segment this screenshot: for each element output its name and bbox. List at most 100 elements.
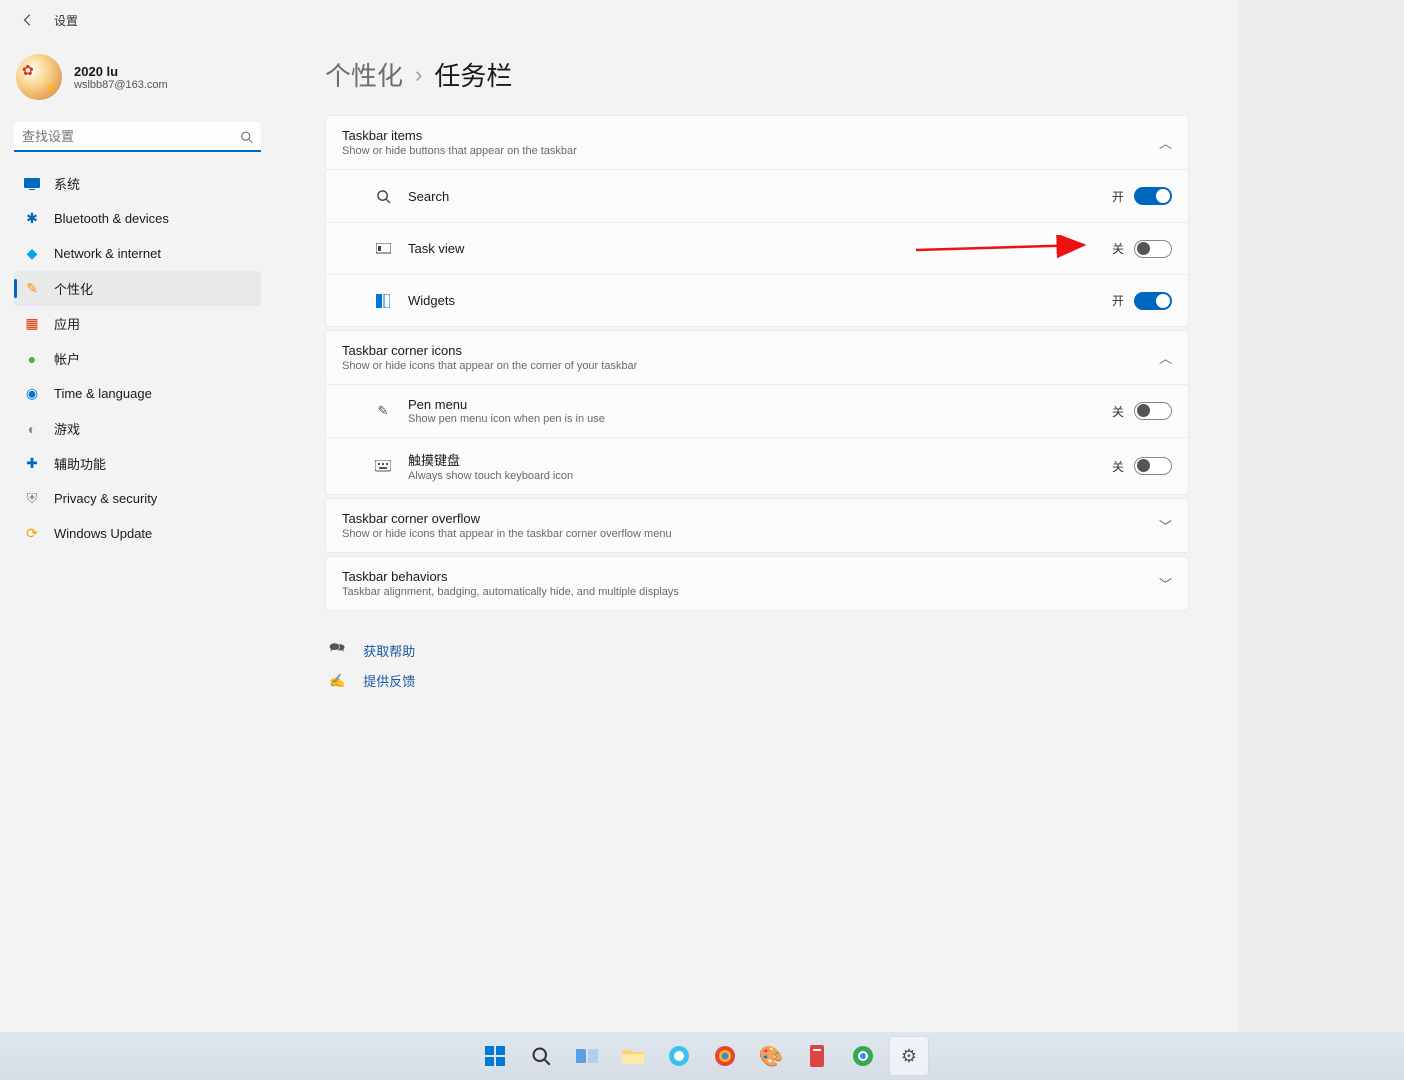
chevron-down-icon: ﹀: [1159, 574, 1172, 593]
taskbar-start-icon[interactable]: [475, 1036, 515, 1076]
sidebar-item-label: Bluetooth & devices: [54, 211, 169, 226]
row-search: Search 开: [326, 170, 1188, 222]
search-icon: [374, 189, 392, 204]
globe-icon: ◉: [24, 386, 40, 402]
taskbar-search-icon[interactable]: [521, 1036, 561, 1076]
toggle-state: 开: [1112, 292, 1124, 309]
section-title: Taskbar behaviors: [342, 569, 679, 584]
sidebar-item-label: Windows Update: [54, 526, 152, 541]
toggle-state: 关: [1112, 240, 1124, 257]
breadcrumb: 个性化 › 任务栏: [325, 56, 1189, 93]
sidebar-item-label: 个性化: [54, 279, 93, 298]
breadcrumb-parent[interactable]: 个性化: [325, 56, 403, 93]
section-subtitle: Show or hide buttons that appear on the …: [342, 145, 577, 157]
section-header-behaviors[interactable]: Taskbar behaviors Taskbar alignment, bad…: [325, 556, 1189, 611]
sidebar-item-label: 辅助功能: [54, 454, 106, 473]
sidebar-item-privacy[interactable]: ⛨ Privacy & security: [14, 481, 261, 516]
bluetooth-icon: ✱: [24, 211, 40, 227]
titlebar: 设置: [0, 0, 1239, 40]
update-icon: ⟳: [24, 526, 40, 542]
row-title: Widgets: [408, 293, 455, 308]
sidebar-item-system[interactable]: 系统: [14, 166, 261, 201]
link-label: 获取帮助: [363, 641, 415, 660]
sidebar-item-label: Network & internet: [54, 246, 161, 261]
user-block[interactable]: 2020 lu wslbb87@163.com: [14, 50, 261, 116]
avatar: [16, 54, 62, 100]
taskbar-app-edge-icon[interactable]: [659, 1036, 699, 1076]
sidebar-item-accessibility[interactable]: ✚ 辅助功能: [14, 446, 261, 481]
section-header-taskbar-items[interactable]: Taskbar items Show or hide buttons that …: [325, 115, 1189, 170]
feedback-icon: ✍: [329, 673, 345, 689]
section-title: Taskbar corner icons: [342, 343, 637, 358]
toggle-taskview[interactable]: [1134, 240, 1172, 258]
section-taskbar-items: Taskbar items Show or hide buttons that …: [325, 115, 1189, 327]
row-touch-keyboard: 触摸键盘 Always show touch keyboard icon 关: [326, 437, 1188, 494]
sidebar-item-personalization[interactable]: ✎ 个性化: [14, 271, 261, 306]
taskbar-app-settings-icon[interactable]: ⚙: [889, 1036, 929, 1076]
row-widgets: Widgets 开: [326, 274, 1188, 326]
get-help-link[interactable]: 🗪 获取帮助: [329, 639, 1189, 661]
sidebar-item-apps[interactable]: ▦ 应用: [14, 306, 261, 341]
sidebar-item-bluetooth[interactable]: ✱ Bluetooth & devices: [14, 201, 261, 236]
sidebar-item-label: Time & language: [54, 386, 152, 401]
breadcrumb-current: 任务栏: [434, 56, 512, 93]
row-title: Pen menu: [408, 397, 605, 412]
taskbar-app-8-icon[interactable]: [797, 1036, 837, 1076]
sidebar-item-label: Privacy & security: [54, 491, 157, 506]
toggle-state: 关: [1112, 403, 1124, 420]
taskbar-app-paint-icon[interactable]: 🎨: [751, 1036, 791, 1076]
user-name: 2020 lu: [74, 64, 168, 79]
person-icon: ●: [24, 351, 40, 367]
search-box[interactable]: [14, 122, 261, 152]
back-button[interactable]: [16, 8, 40, 32]
toggle-widgets[interactable]: [1134, 292, 1172, 310]
sidebar-item-network[interactable]: ◆ Network & internet: [14, 236, 261, 271]
sidebar-item-accounts[interactable]: ● 帐户: [14, 341, 261, 376]
chevron-right-icon: ›: [415, 62, 422, 88]
link-label: 提供反馈: [363, 671, 415, 690]
sidebar: 2020 lu wslbb87@163.com 系统 ✱ Bluetooth &…: [0, 40, 275, 952]
taskview-icon: [374, 243, 392, 255]
toggle-search[interactable]: [1134, 187, 1172, 205]
annotation-arrow: [916, 235, 1096, 265]
sidebar-item-label: 系统: [54, 174, 80, 193]
row-title: 触摸键盘: [408, 450, 573, 469]
apps-icon: ▦: [24, 316, 40, 332]
toggle-pen[interactable]: [1134, 402, 1172, 420]
section-header-corner-icons[interactable]: Taskbar corner icons Show or hide icons …: [325, 330, 1189, 385]
sidebar-item-gaming[interactable]: ◐ 游戏: [14, 411, 261, 446]
brush-icon: ✎: [24, 281, 40, 297]
chevron-up-icon: ︿: [1159, 133, 1172, 152]
taskbar-explorer-icon[interactable]: [613, 1036, 653, 1076]
taskbar-taskview-icon[interactable]: [567, 1036, 607, 1076]
nav-list: 系统 ✱ Bluetooth & devices ◆ Network & int…: [14, 166, 261, 551]
sidebar-item-windowsupdate[interactable]: ⟳ Windows Update: [14, 516, 261, 551]
taskbar-app-chrome-icon[interactable]: [705, 1036, 745, 1076]
settings-window: 设置 2020 lu wslbb87@163.com 系统: [0, 0, 1239, 952]
section-corner-icons: Taskbar corner icons Show or hide icons …: [325, 330, 1189, 495]
window-right-edge: [1239, 0, 1404, 1032]
toggle-touch-keyboard[interactable]: [1134, 457, 1172, 475]
section-header-overflow[interactable]: Taskbar corner overflow Show or hide ico…: [325, 498, 1189, 553]
section-subtitle: Show or hide icons that appear on the co…: [342, 360, 637, 372]
row-title: Search: [408, 189, 449, 204]
wifi-icon: ◆: [24, 246, 40, 262]
main-content: 个性化 › 任务栏 Taskbar items Show or hide but…: [275, 40, 1239, 952]
taskbar-app-chrome2-icon[interactable]: [843, 1036, 883, 1076]
section-subtitle: Taskbar alignment, badging, automaticall…: [342, 586, 679, 598]
feedback-link[interactable]: ✍ 提供反馈: [329, 671, 1189, 690]
widgets-icon: [374, 294, 392, 308]
sidebar-item-time[interactable]: ◉ Time & language: [14, 376, 261, 411]
keyboard-icon: [374, 460, 392, 472]
row-subtitle: Show pen menu icon when pen is in use: [408, 413, 605, 425]
search-input[interactable]: [14, 122, 261, 152]
row-pen-menu: ✎ Pen menu Show pen menu icon when pen i…: [326, 385, 1188, 437]
row-subtitle: Always show touch keyboard icon: [408, 470, 573, 482]
help-links: 🗪 获取帮助 ✍ 提供反馈: [325, 639, 1189, 690]
system-icon: [24, 176, 40, 192]
windows-taskbar[interactable]: 🎨 ⚙: [0, 1032, 1404, 1080]
section-subtitle: Show or hide icons that appear in the ta…: [342, 528, 672, 540]
gaming-icon: ◐: [24, 421, 40, 437]
chevron-down-icon: ﹀: [1159, 516, 1172, 535]
search-icon: [240, 131, 253, 144]
